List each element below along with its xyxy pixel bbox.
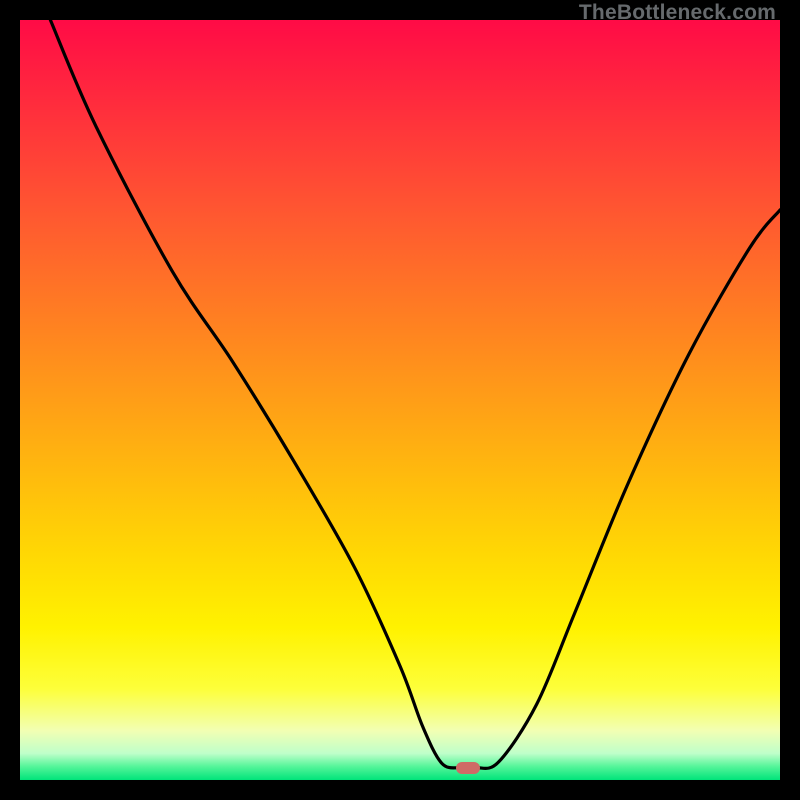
chart-frame: TheBottleneck.com <box>0 0 800 800</box>
bottleneck-curve <box>20 20 780 780</box>
plot-area <box>20 20 780 780</box>
curve-minimum-marker <box>456 762 480 774</box>
